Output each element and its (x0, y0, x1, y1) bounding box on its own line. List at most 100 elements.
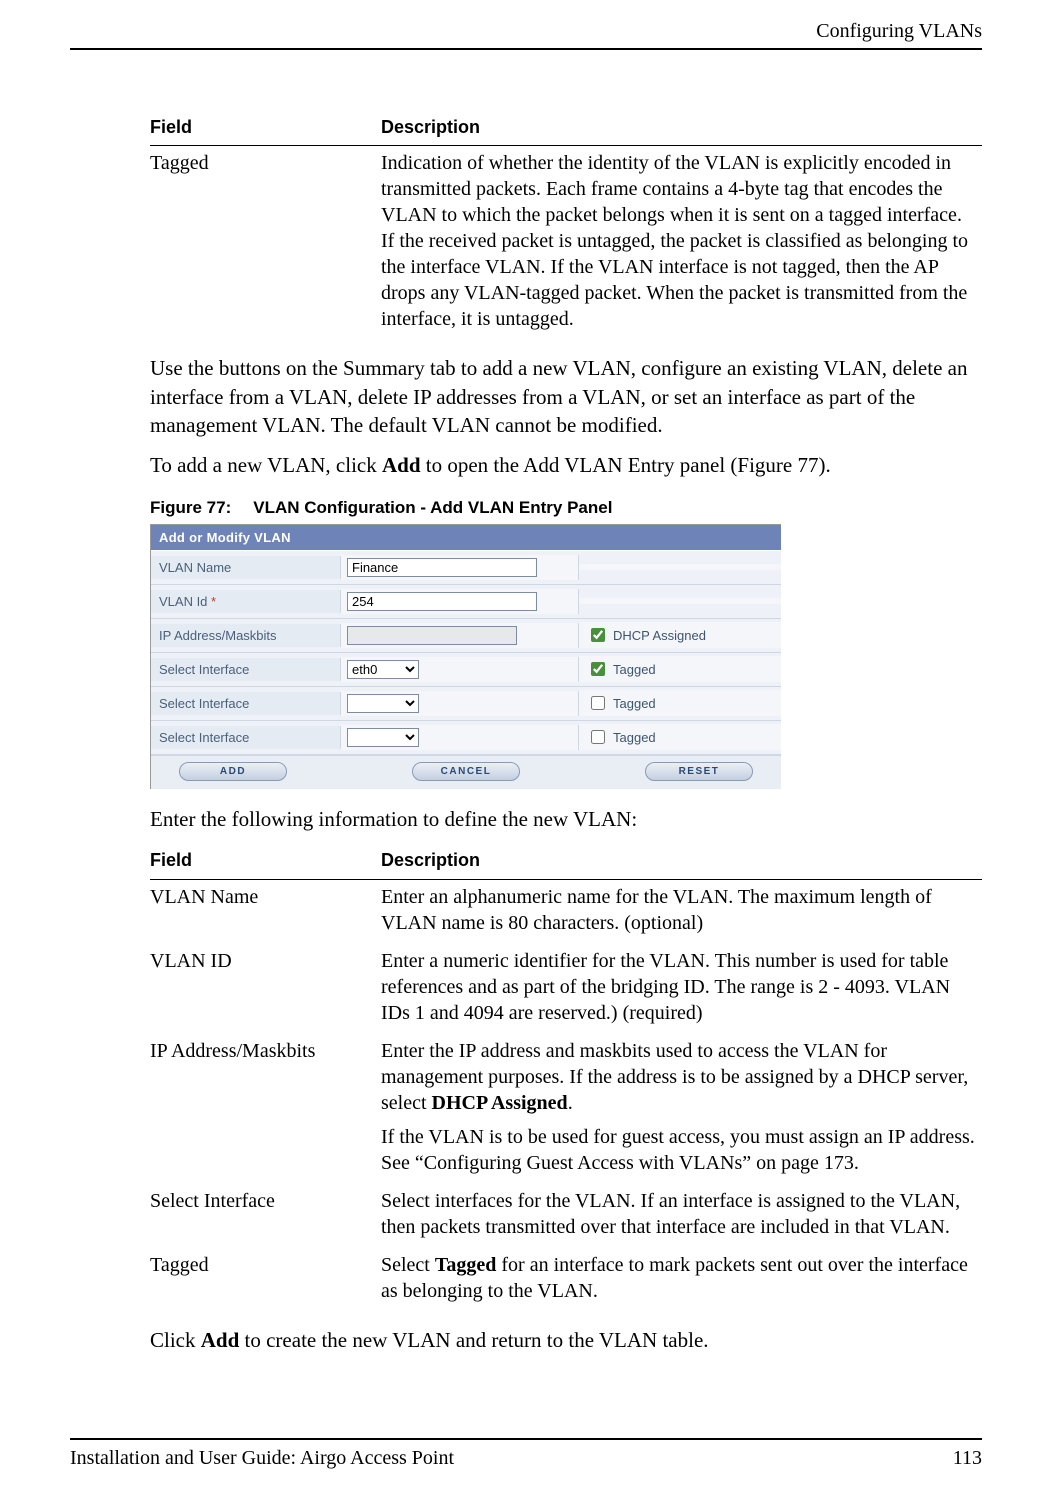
if1-select[interactable]: eth0 (347, 660, 419, 679)
ctrl-dhcp: DHCP Assigned (579, 622, 781, 648)
row-ip: IP Address/Maskbits DHCP Assigned (151, 619, 781, 653)
tagged2-checkbox[interactable] (591, 696, 605, 710)
vlan-id-input[interactable] (347, 592, 537, 611)
field-table-top: Field Description Tagged Indication of w… (150, 112, 982, 340)
body-paragraph: Click Add to create the new VLAN and ret… (150, 1326, 982, 1354)
desc-cell: Enter a numeric identifier for the VLAN.… (381, 944, 982, 1034)
footer-rule (70, 1438, 982, 1440)
bold-text: Add (382, 453, 421, 477)
field-table-bottom: Field Description VLAN Name Enter an alp… (150, 845, 982, 1311)
spacer (579, 564, 781, 570)
dhcp-assigned-checkbox[interactable] (591, 628, 605, 642)
col-field-header: Field (150, 845, 381, 879)
table-row: IP Address/Maskbits Enter the IP address… (150, 1034, 982, 1184)
body-paragraph: To add a new VLAN, click Add to open the… (150, 451, 982, 479)
ctrl-tag1: Tagged (579, 656, 781, 682)
text: Tagged (613, 730, 656, 745)
field-cell: VLAN Name (150, 879, 381, 944)
label-if2: Select Interface (151, 692, 341, 715)
col-field-header: Field (150, 112, 381, 146)
dhcp-assigned-label[interactable]: DHCP Assigned (587, 625, 706, 645)
text: Click (150, 1328, 201, 1352)
text: . (568, 1092, 573, 1114)
text: Select (381, 1254, 435, 1276)
row-if1: Select Interface eth0 Tagged (151, 653, 781, 687)
desc-cell: Select interfaces for the VLAN. If an in… (381, 1184, 982, 1248)
figure-number: Figure 77: (150, 498, 231, 517)
text: DHCP Assigned (613, 628, 706, 643)
if3-select[interactable] (347, 728, 419, 747)
ctrl-tag3: Tagged (579, 724, 781, 750)
table-row: Tagged Select Tagged for an interface to… (150, 1248, 982, 1312)
label-if1: Select Interface (151, 658, 341, 681)
col-desc-header: Description (381, 845, 982, 879)
label-if3: Select Interface (151, 726, 341, 749)
field-cell: IP Address/Maskbits (150, 1034, 381, 1184)
tagged3-label[interactable]: Tagged (587, 727, 656, 747)
field-cell: Select Interface (150, 1184, 381, 1248)
required-star: * (211, 594, 216, 609)
row-if2: Select Interface Tagged (151, 687, 781, 721)
body-paragraph: Enter the following information to defin… (150, 805, 982, 833)
vlan-name-input[interactable] (347, 558, 537, 577)
field-cell: VLAN ID (150, 944, 381, 1034)
label-vlan-name: VLAN Name (151, 556, 341, 579)
header-rule (70, 48, 982, 50)
label-ip: IP Address/Maskbits (151, 624, 341, 647)
table-row: Tagged Indication of whether the identit… (150, 146, 982, 341)
spacer (579, 598, 781, 604)
row-if3: Select Interface Tagged (151, 721, 781, 755)
ctrl-vlan-name (341, 555, 579, 580)
text: to open the Add VLAN Entry panel (Figure… (421, 453, 831, 477)
row-vlan-id: VLAN Id * (151, 585, 781, 619)
tagged2-label[interactable]: Tagged (587, 693, 656, 713)
row-vlan-name: VLAN Name (151, 551, 781, 585)
tagged3-checkbox[interactable] (591, 730, 605, 744)
ctrl-tag2: Tagged (579, 690, 781, 716)
bold-text: DHCP Assigned (432, 1092, 568, 1114)
ctrl-vlan-id (341, 589, 579, 614)
body-paragraph: Use the buttons on the Summary tab to ad… (150, 354, 982, 439)
text: Tagged (613, 662, 656, 677)
cancel-button[interactable]: CANCEL (412, 762, 520, 781)
add-vlan-panel: Add or Modify VLAN VLAN Name VLAN Id * (150, 524, 781, 789)
table-header-row: Field Description (150, 112, 982, 146)
field-cell: Tagged (150, 146, 381, 341)
if2-select[interactable] (347, 694, 419, 713)
figure-caption: Figure 77: VLAN Configuration - Add VLAN … (150, 498, 982, 518)
text: Tagged (613, 696, 656, 711)
text: To add a new VLAN, click (150, 453, 382, 477)
reset-button[interactable]: RESET (645, 762, 753, 781)
table-row: VLAN Name Enter an alphanumeric name for… (150, 879, 982, 944)
text: If the VLAN is to be used for guest acce… (381, 1124, 976, 1176)
ctrl-if3 (341, 725, 579, 750)
bold-text: Tagged (435, 1254, 497, 1276)
table-row: VLAN ID Enter a numeric identifier for t… (150, 944, 982, 1034)
label-vlan-id: VLAN Id * (151, 590, 341, 613)
page-content: Field Description Tagged Indication of w… (0, 0, 1052, 1354)
tagged1-label[interactable]: Tagged (587, 659, 656, 679)
text: to create the new VLAN and return to the… (239, 1328, 708, 1352)
panel-title: Add or Modify VLAN (151, 525, 781, 551)
desc-cell: Indication of whether the identity of th… (381, 146, 982, 341)
panel-button-row: ADD CANCEL RESET (151, 755, 781, 789)
footer-left: Installation and User Guide: Airgo Acces… (70, 1447, 454, 1470)
table-row: Select Interface Select interfaces for t… (150, 1184, 982, 1248)
footer-page-number: 113 (953, 1447, 982, 1470)
desc-cell: Enter the IP address and maskbits used t… (381, 1034, 982, 1184)
ip-input[interactable] (347, 626, 517, 645)
text: VLAN Id (159, 594, 207, 609)
add-button[interactable]: ADD (179, 762, 287, 781)
section-header: Configuring VLANs (816, 20, 982, 43)
desc-cell: Enter an alphanumeric name for the VLAN.… (381, 879, 982, 944)
col-desc-header: Description (381, 112, 982, 146)
tagged1-checkbox[interactable] (591, 662, 605, 676)
ctrl-if2 (341, 691, 579, 716)
ctrl-if1: eth0 (341, 657, 579, 682)
field-cell: Tagged (150, 1248, 381, 1312)
bold-text: Add (201, 1328, 240, 1352)
ctrl-ip (341, 623, 579, 648)
table-header-row: Field Description (150, 845, 982, 879)
desc-cell: Select Tagged for an interface to mark p… (381, 1248, 982, 1312)
figure-title: VLAN Configuration - Add VLAN Entry Pane… (253, 498, 612, 517)
